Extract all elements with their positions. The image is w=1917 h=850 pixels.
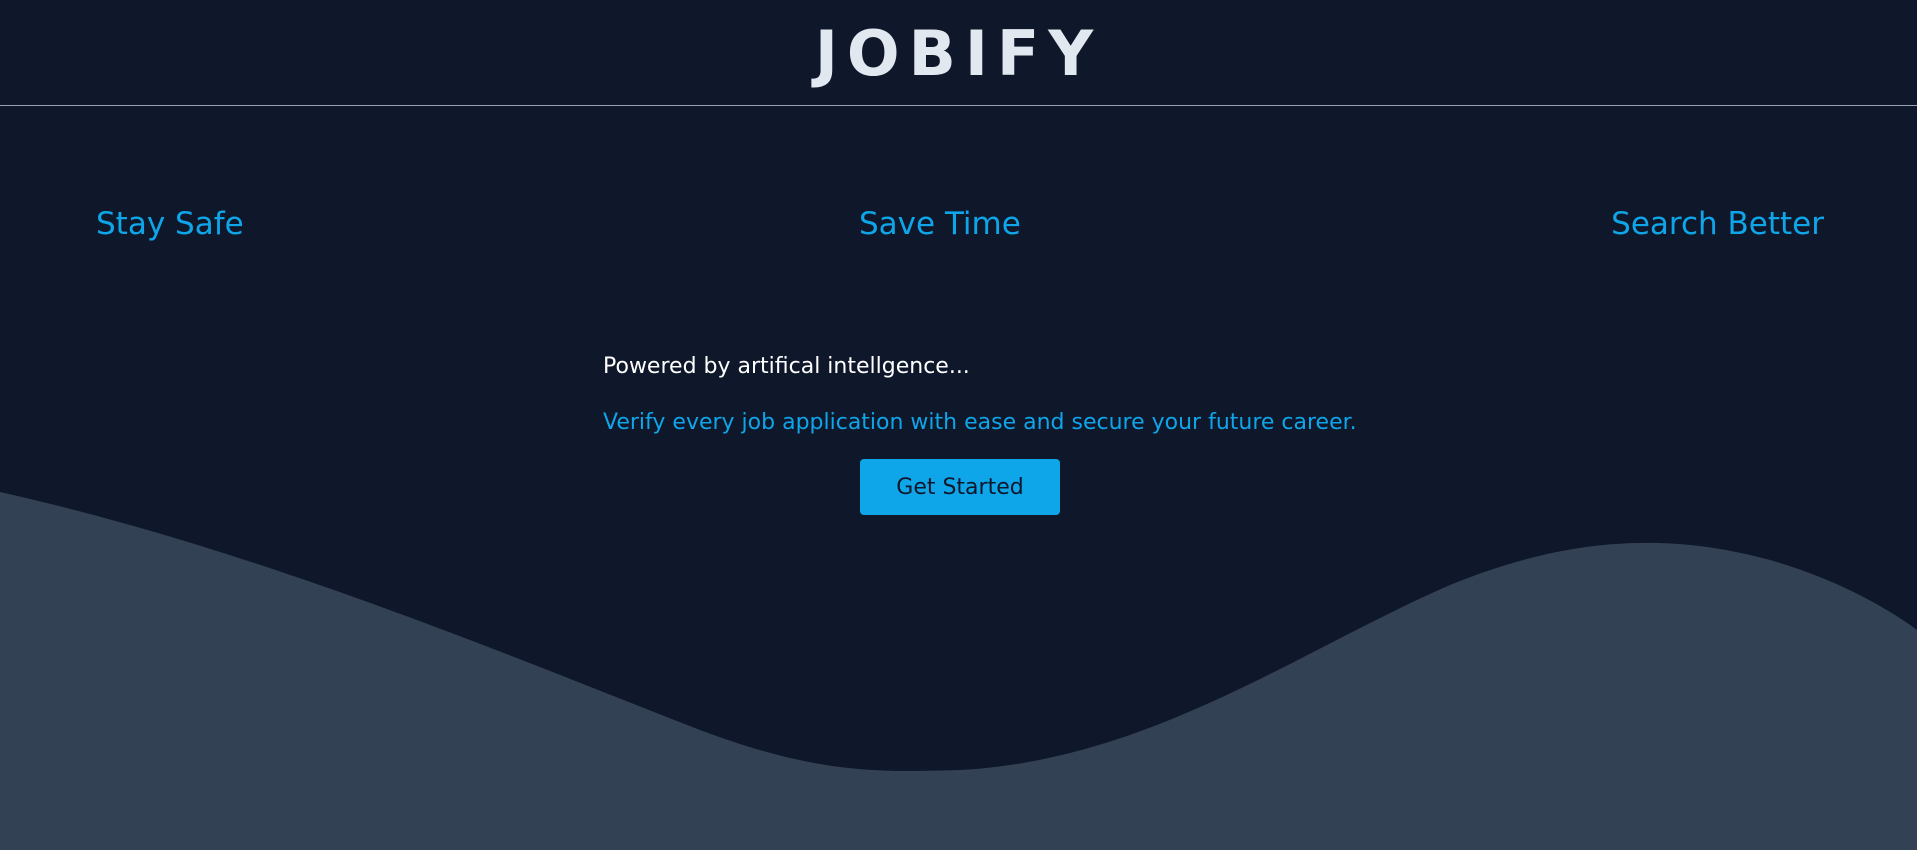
hero-tagline: Powered by artifical intellgence... [603,354,970,379]
feature-save-time: Save Time [859,206,1021,242]
feature-search-better: Search Better [1611,206,1824,242]
brand-logo[interactable]: JOBIFY [0,0,1917,108]
hero-subtext: Verify every job application with ease a… [603,410,1357,435]
hero-section: Powered by artifical intellgence... Veri… [603,350,1357,435]
get-started-button[interactable]: Get Started [860,459,1060,515]
site-header: JOBIFY [0,0,1917,106]
feature-stay-safe: Stay Safe [96,206,244,242]
